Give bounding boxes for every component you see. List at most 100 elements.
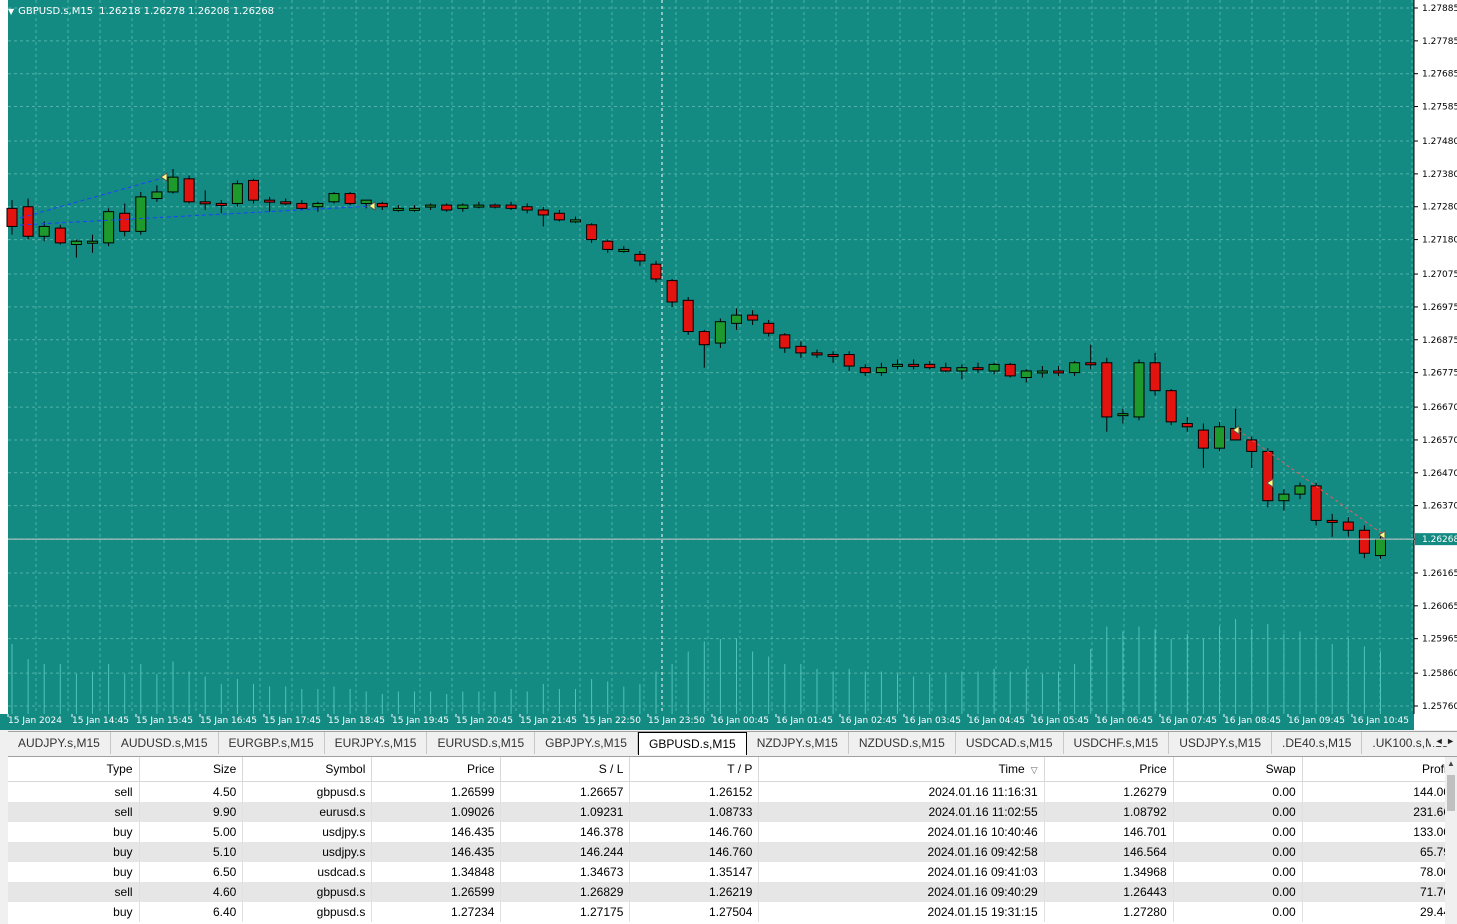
tab-chart[interactable]: AUDJPY.s,M15 — [8, 732, 111, 754]
tab-chart[interactable]: NZDJPY.s,M15 — [747, 732, 849, 754]
chart-area[interactable]: 1.27885 1.27785 1.27685 1.27585 1.27480 1.273… — [0, 0, 1457, 730]
table-cell: gbpusd.s — [242, 781, 373, 802]
candle — [714, 318, 726, 348]
table-cell: 1.26219 — [629, 882, 760, 902]
candle — [328, 191, 340, 204]
candle-body — [312, 202, 324, 208]
table-cell: 1.27175 — [500, 902, 631, 922]
time-label: 16 Jan 02:45 — [840, 716, 897, 726]
candle-body — [151, 191, 163, 200]
table-cell: 0.00 — [1173, 862, 1303, 882]
table-cell: 2024.01.16 09:41:03 — [758, 862, 1045, 882]
table-cell: 29.44 — [1302, 902, 1457, 922]
table-row[interactable]: buy 5.10 usdjpy.s 146.435 146.244 146.760 2024… — [8, 842, 1457, 862]
table-cell: usdjpy.s — [242, 842, 373, 862]
candle-body — [22, 206, 34, 237]
table-cell: buy — [8, 902, 140, 922]
time-label: 15 Jan 16:45 — [200, 716, 257, 726]
candle-body — [908, 363, 920, 367]
candle-body — [473, 204, 485, 208]
tab-chart[interactable]: NZDUSD.s,M15 — [849, 732, 956, 754]
table-row[interactable]: sell 4.50 gbpusd.s 1.26599 1.26657 1.26152 202… — [8, 781, 1457, 802]
table-cell: 1.35147 — [629, 862, 760, 882]
price-label: 1.26470 — [1422, 469, 1457, 479]
table-cell: 1.34968 — [1044, 862, 1174, 882]
time-label: 16 Jan 10:45 — [1352, 716, 1409, 726]
column-header[interactable]: Swap — [1173, 757, 1303, 782]
candle-body — [972, 367, 984, 371]
table-row[interactable]: buy 5.00 usdjpy.s 146.435 146.378 146.760 2024… — [8, 822, 1457, 842]
candle-body — [924, 363, 936, 369]
table-row[interactable]: buy 6.50 usdcad.s 1.34848 1.34673 1.35147 2024… — [8, 862, 1457, 882]
column-header[interactable]: Symbol — [242, 757, 373, 782]
candle-body — [940, 367, 952, 372]
tab-chart[interactable]: AUDUSD.s,M15 — [111, 732, 219, 754]
column-header[interactable]: Time ▽ — [758, 757, 1045, 782]
candle-body — [1375, 538, 1386, 557]
candle-body — [811, 352, 823, 356]
candle-body — [537, 209, 549, 216]
candle — [231, 180, 243, 207]
tab-chart[interactable]: USDJPY.s,M15 — [1169, 732, 1273, 754]
chart-ohlc: 1.26218 1.26278 1.26208 1.26268 — [99, 5, 275, 17]
column-header[interactable]: Price — [371, 757, 502, 782]
candle-body — [892, 363, 903, 367]
table-cell: 1.26152 — [629, 781, 760, 802]
candle-body — [1004, 363, 1016, 377]
table-cell: 146.378 — [500, 822, 631, 842]
candle-body — [731, 314, 742, 324]
table-cell: 1.27504 — [629, 902, 760, 922]
candle-body — [87, 240, 98, 244]
price-chart[interactable]: 1.27885 1.27785 1.27685 1.27585 1.27480 1.273… — [0, 0, 1457, 730]
price-label: 1.25760 — [1422, 702, 1457, 712]
candle-body — [650, 263, 662, 280]
candle — [1133, 359, 1145, 421]
tab-chart[interactable]: .DE40.s,M15 — [1272, 732, 1363, 754]
candle — [682, 297, 694, 335]
tab-chart[interactable]: EURJPY.s,M15 — [325, 732, 428, 754]
column-header[interactable]: Type — [8, 757, 140, 782]
candle-body — [1069, 362, 1081, 374]
candle — [1358, 525, 1370, 559]
time-label: 15 Jan 2024 — [8, 716, 62, 726]
scrollbar-thumb[interactable] — [1447, 775, 1455, 811]
time-label: 16 Jan 05:45 — [1032, 716, 1089, 726]
table-cell: sell — [8, 802, 140, 822]
time-label: 16 Jan 01:45 — [776, 716, 833, 726]
tab-chart[interactable]: EURGBP.s,M15 — [219, 732, 325, 754]
column-header[interactable]: S / L — [500, 757, 631, 782]
table-row[interactable]: sell 9.90 eurusd.s 1.09026 1.09231 1.08733 202… — [8, 802, 1457, 822]
table-cell: 146.760 — [629, 822, 760, 842]
candle — [135, 191, 147, 235]
tab-chart[interactable]: GBPUSD.s,M15 — [637, 732, 747, 755]
table-cell: 9.90 — [139, 802, 244, 822]
candle-body — [489, 204, 501, 208]
table-cell: gbpusd.s — [242, 882, 373, 902]
table-cell: usdcad.s — [242, 862, 373, 882]
column-header[interactable]: Profit — [1302, 757, 1457, 782]
column-header[interactable]: Price — [1044, 757, 1174, 782]
candle — [650, 260, 662, 283]
tab-chart[interactable]: EURUSD.s,M15 — [427, 732, 536, 754]
column-header[interactable]: T / P — [629, 757, 760, 782]
tab-chart[interactable]: USDCAD.s,M15 — [956, 732, 1064, 754]
column-header[interactable]: Size — [139, 757, 244, 782]
tab-chart[interactable]: GBPJPY.s,M15 — [535, 732, 638, 754]
candle — [1004, 362, 1016, 378]
tab-chart[interactable]: USDCHF.s,M15 — [1064, 732, 1170, 754]
table-cell: 146.435 — [371, 822, 502, 842]
vertical-scrollbar[interactable]: ▲ — [1445, 757, 1457, 924]
candle-body — [1133, 362, 1145, 418]
table-header-row: Type Size Symbol Price S / LT / P Time ▽ Price S… — [8, 757, 1457, 782]
candle-body — [1214, 426, 1225, 449]
time-label: 16 Jan 00:45 — [712, 716, 769, 726]
scroll-up-icon[interactable]: ▲ — [1445, 757, 1457, 771]
candle-body — [1101, 362, 1113, 418]
table-row[interactable]: sell 4.60 gbpusd.s 1.26599 1.26829 1.26219 202… — [8, 882, 1457, 902]
table-cell: 2024.01.16 11:02:55 — [758, 802, 1045, 822]
table-cell: gbpusd.s — [242, 902, 373, 922]
tab-scroll-arrows-icon[interactable]: ◄ ► — [1430, 736, 1455, 746]
chart-menu-arrow-icon[interactable]: ▼ — [8, 7, 14, 16]
candle-body — [54, 227, 66, 244]
table-row[interactable]: buy 6.40 gbpusd.s 1.27234 1.27175 1.27504 2024… — [8, 902, 1457, 922]
